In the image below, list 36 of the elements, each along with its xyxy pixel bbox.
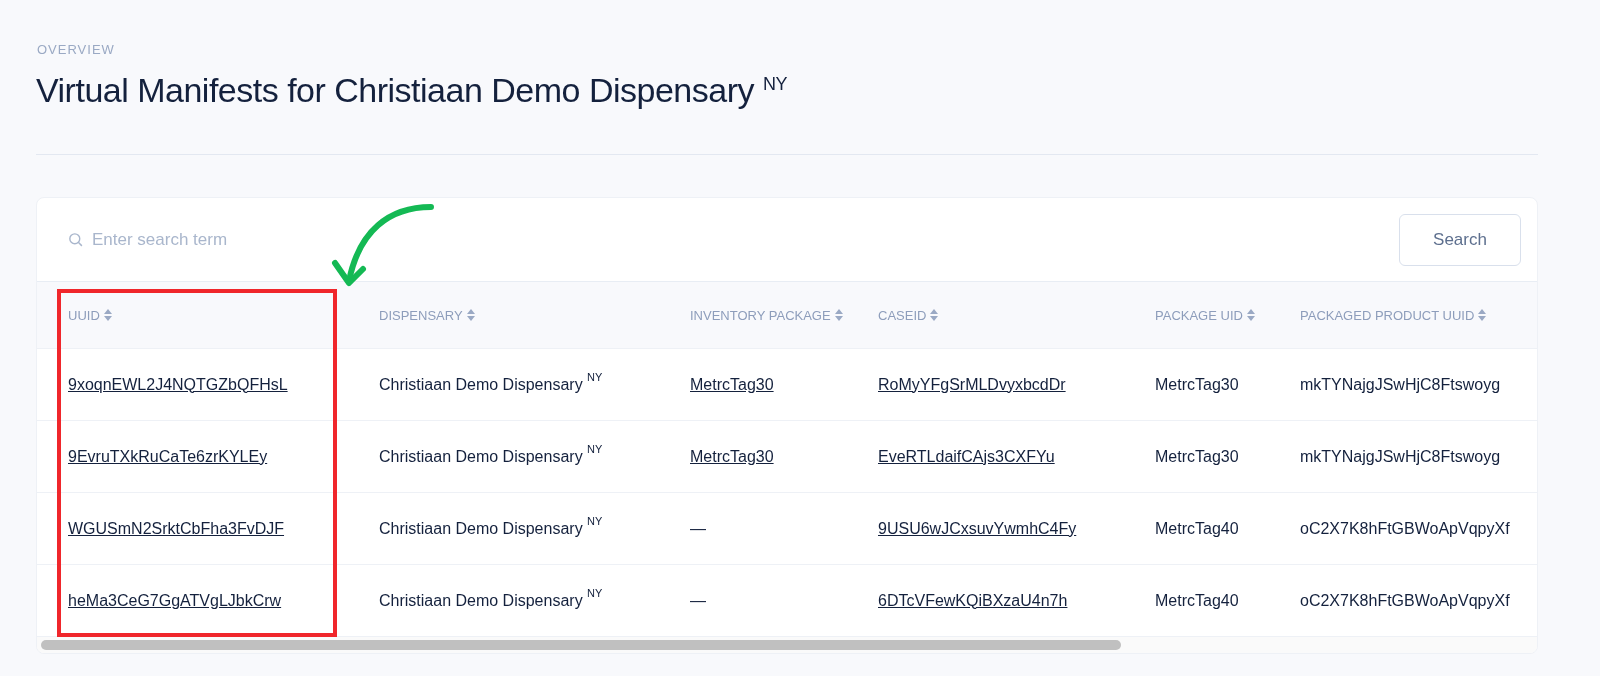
table-cell: Christiaan Demo Dispensary $^{NY}$ — [379, 374, 603, 395]
table-link[interactable]: heMa3CeG7GgATVgLJbkCrw — [68, 591, 282, 610]
table-link[interactable]: WGUSmN2SrktCbFha3FvDJF — [68, 519, 285, 538]
table-cell: MetrcTag30 — [1155, 447, 1239, 466]
sort-icon — [466, 309, 475, 321]
table-cell: MetrcTag30 — [1155, 375, 1239, 394]
table-cell: oC2X7K8hFtGBWoApVqpyXf — [1300, 591, 1510, 610]
sort-icon — [103, 309, 112, 321]
table-link[interactable]: RoMyYFgSrMLDvyxbcdDr — [878, 375, 1066, 394]
table-link[interactable]: MetrcTag30 — [690, 375, 774, 394]
search-field[interactable]: Enter search term — [90, 228, 467, 251]
table-cell: mkTYNajgJSwHjC8Ftswoyg — [1300, 375, 1501, 394]
table-link[interactable]: MetrcTag30 — [690, 447, 774, 466]
table-link[interactable]: 9xoqnEWL2J4NQTGZbQFHsL — [68, 375, 288, 394]
table-cell: oC2X7K8hFtGBWoApVqpyXf — [1300, 519, 1510, 538]
sort-icon — [1246, 309, 1255, 321]
table-cell: Christiaan Demo Dispensary $^{NY}$ — [379, 590, 603, 611]
table-cell: Christiaan Demo Dispensary $^{NY}$ — [379, 446, 603, 467]
search-button[interactable]: Search — [1399, 213, 1521, 266]
table-cell: Christiaan Demo Dispensary $^{NY}$ — [379, 518, 603, 539]
page-title: Virtual Manifests for Christiaan Demo Dispensary $^{NY}$ — [36, 71, 788, 110]
table-link[interactable]: 9USU6wJCxsuvYwmhC4Fy — [878, 519, 1077, 538]
table-cell: — — [690, 591, 706, 610]
table-link[interactable]: 9EvruTXkRuCaTe6zrKYLEy — [68, 447, 268, 466]
table-cell: MetrcTag40 — [1155, 591, 1239, 610]
search-icon — [67, 231, 84, 248]
sort-icon — [930, 309, 939, 321]
table-link[interactable]: 6DTcVFewKQiBXzaU4n7h — [878, 591, 1068, 610]
table-cell: — — [690, 519, 706, 538]
horizontal-scrollbar[interactable] — [37, 637, 1537, 653]
sort-icon — [1478, 309, 1487, 321]
table-cell: MetrcTag40 — [1155, 519, 1239, 538]
table-cell: mkTYNajgJSwHjC8Ftswoyg — [1300, 447, 1501, 466]
breadcrumb: OVERVIEW — [37, 42, 116, 57]
sort-icon — [834, 309, 843, 321]
table-link[interactable]: EveRTLdaifCAjs3CXFYu — [878, 447, 1055, 466]
